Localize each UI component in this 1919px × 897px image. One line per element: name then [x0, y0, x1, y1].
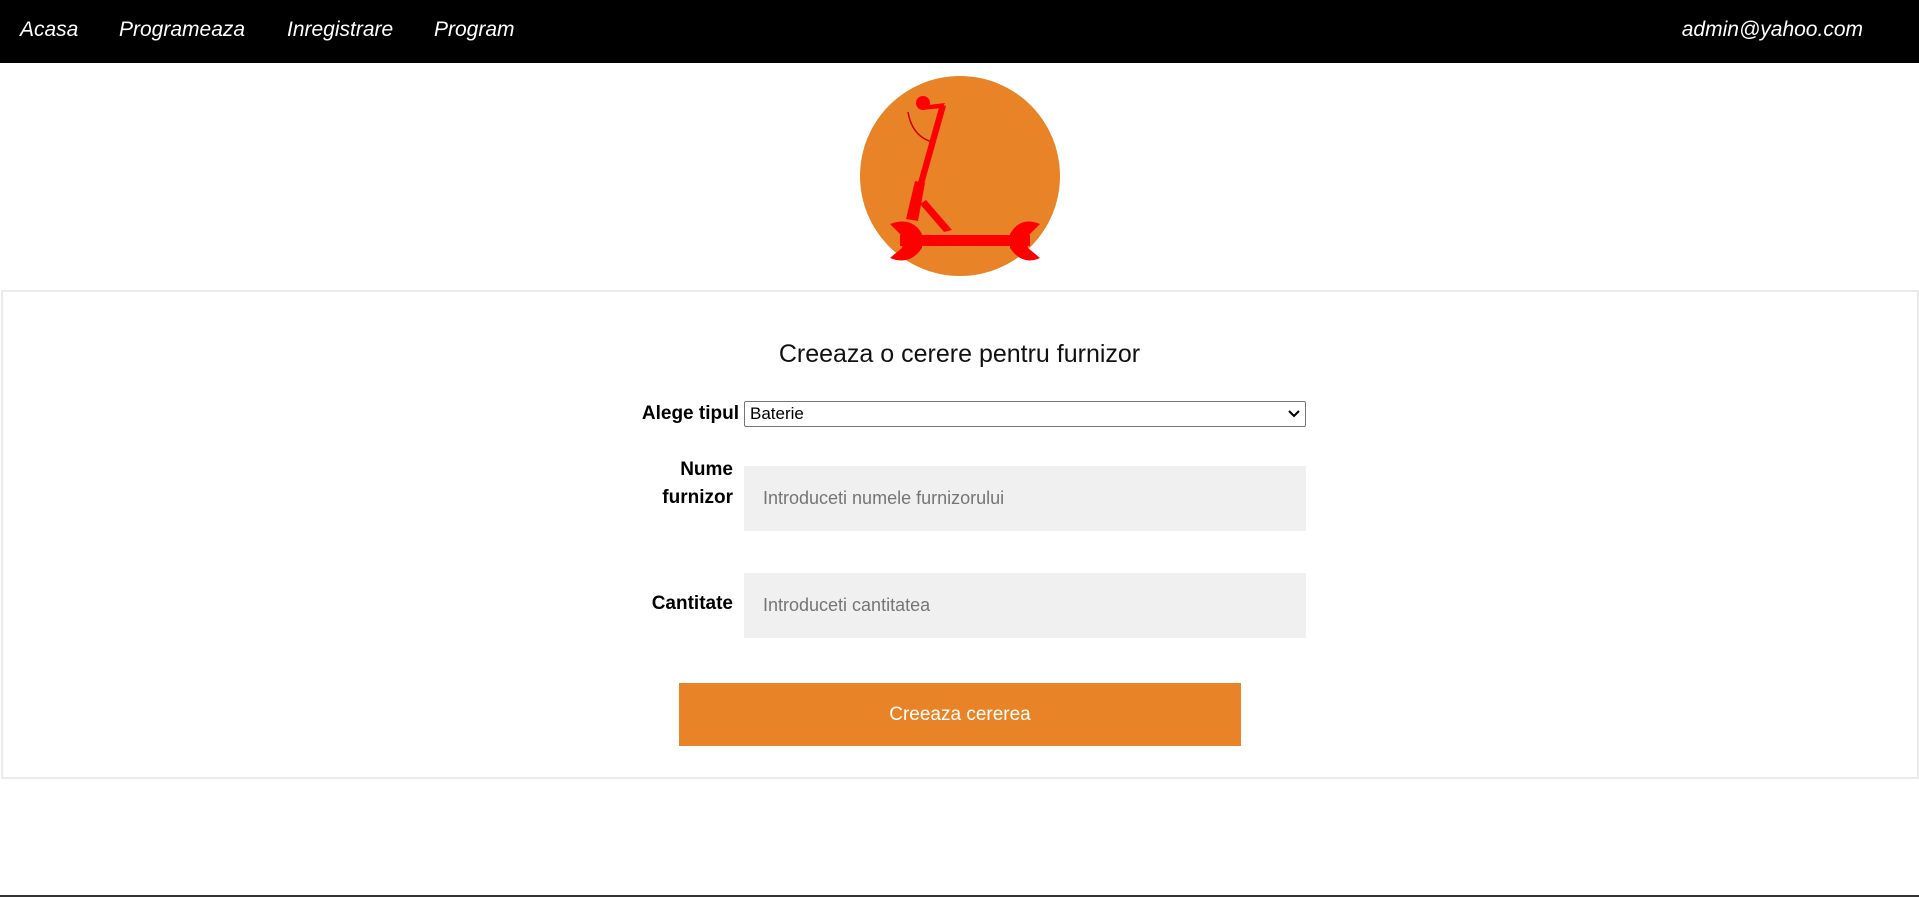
chevron-down-icon	[1288, 402, 1300, 426]
nav-link-programeaza[interactable]: Programeaza	[119, 0, 245, 63]
type-select-value: Baterie	[750, 404, 804, 423]
nav-link-inregistrare[interactable]: Inregistrare	[287, 0, 393, 63]
supplier-label-line2: furnizor	[662, 487, 733, 508]
form-title: Creeaza o cerere pentru furnizor	[778, 340, 1141, 368]
quantity-input[interactable]	[744, 573, 1306, 638]
scooter-wrench-icon	[860, 76, 1060, 276]
create-request-button[interactable]: Creeaza cererea	[679, 683, 1241, 746]
supplier-label-line1: Nume	[680, 459, 733, 480]
user-email[interactable]: admin@yahoo.com	[1682, 0, 1863, 63]
nav-link-acasa[interactable]: Acasa	[20, 0, 78, 63]
quantity-label: Cantitate	[651, 593, 733, 614]
nav-link-program[interactable]: Program	[434, 0, 515, 63]
type-select[interactable]: Baterie	[744, 401, 1306, 427]
top-nav: Acasa Programeaza Inregistrare Program a…	[0, 0, 1919, 63]
type-label: Alege tipul	[641, 403, 739, 424]
logo	[860, 76, 1060, 276]
supplier-name-input[interactable]	[744, 466, 1306, 531]
